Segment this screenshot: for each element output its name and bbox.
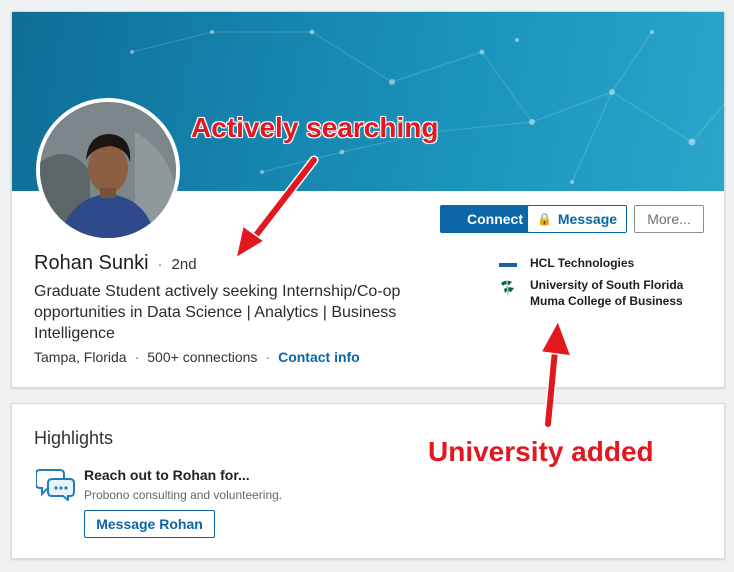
annotation-university-added: University added bbox=[428, 436, 655, 468]
chat-bubbles-icon bbox=[35, 467, 76, 506]
message-button-label: Message bbox=[557, 211, 618, 227]
highlights-card: Highlights Reach out to Rohan for... Pro… bbox=[11, 403, 725, 559]
connection-degree: 2nd bbox=[171, 256, 197, 273]
annotation-actively-searching: Actively searching bbox=[190, 112, 439, 144]
profile-name-row: Rohan Sunki · 2nd bbox=[34, 252, 197, 275]
experience-item-hcl[interactable]: HCL Technologies bbox=[498, 255, 634, 275]
degree-separator: · bbox=[157, 256, 163, 273]
reach-out-subtitle: Probono consulting and volunteering. bbox=[84, 488, 283, 502]
meta-separator: · bbox=[134, 349, 140, 365]
usf-logo-icon bbox=[498, 277, 518, 297]
more-button[interactable]: More... bbox=[634, 205, 704, 233]
message-button[interactable]: 🔒 Message bbox=[527, 205, 627, 233]
message-rohan-button[interactable]: Message Rohan bbox=[84, 510, 215, 538]
profile-card: Connect 🔒 Message More... Rohan Sunki · … bbox=[11, 11, 725, 388]
experience-company: HCL Technologies bbox=[530, 256, 635, 270]
profile-name: Rohan Sunki bbox=[34, 252, 149, 274]
profile-avatar[interactable] bbox=[36, 98, 180, 242]
profile-headline: Graduate Student actively seeking Intern… bbox=[34, 283, 401, 342]
experience-item-usf[interactable]: University of South Florida Muma College… bbox=[498, 277, 710, 309]
lock-icon: 🔒 bbox=[536, 212, 552, 226]
profile-meta: Tampa, Florida · 500+ connections · Cont… bbox=[34, 349, 360, 365]
reach-out-title: Reach out to Rohan for... bbox=[84, 467, 250, 483]
contact-info-link[interactable]: Contact info bbox=[278, 349, 360, 365]
meta-separator: · bbox=[265, 349, 271, 365]
experience-school: University of South Florida Muma College… bbox=[530, 278, 684, 308]
profile-location: Tampa, Florida bbox=[34, 349, 127, 365]
profile-connections[interactable]: 500+ connections bbox=[147, 349, 257, 365]
hcl-logo-icon bbox=[498, 255, 518, 275]
highlights-title: Highlights bbox=[34, 428, 114, 448]
